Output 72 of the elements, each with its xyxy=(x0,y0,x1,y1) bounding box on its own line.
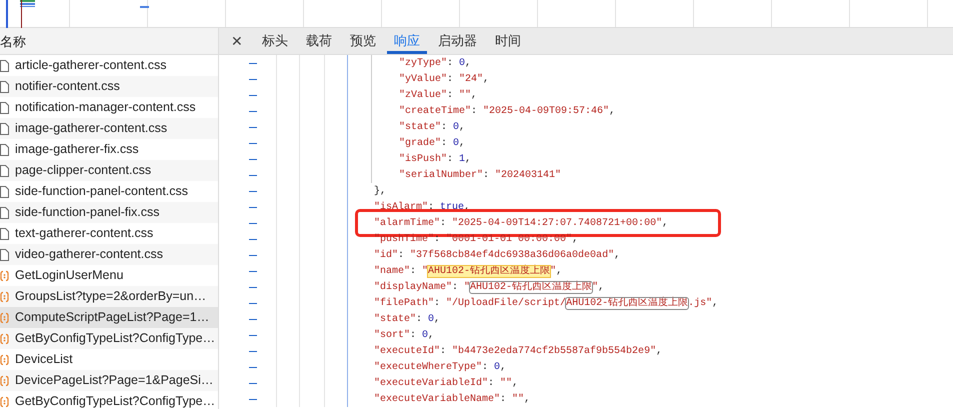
request-name[interactable]: text-gatherer-content.css xyxy=(15,224,154,243)
file-icon xyxy=(0,228,9,240)
code-line: "sort": 0, xyxy=(373,328,434,342)
tab[interactable]: 载荷 xyxy=(299,28,339,54)
request-name[interactable]: DeviceList xyxy=(15,350,73,369)
close-button[interactable]: ✕ xyxy=(219,28,253,54)
dash-icon xyxy=(249,207,257,208)
tab[interactable]: 响应 xyxy=(387,28,427,54)
dash-icon xyxy=(249,95,257,96)
braces-icon xyxy=(0,312,9,324)
request-name[interactable]: side-function-panel-content.css xyxy=(15,182,188,201)
code-line: "isPush": 1, xyxy=(398,152,472,166)
dash-icon xyxy=(249,111,257,112)
dash-icon xyxy=(249,223,257,224)
dash-icon xyxy=(249,351,257,352)
dash-icon xyxy=(249,127,257,128)
code-line: "zyType": 0, xyxy=(398,56,472,70)
dash-icon xyxy=(249,175,257,176)
file-icon xyxy=(0,102,9,114)
code-line: "createTime": "2025-04-09T09:57:46", xyxy=(398,104,616,118)
dash-icon xyxy=(249,239,257,240)
dash-icon xyxy=(249,63,257,64)
tab[interactable]: 启动器 xyxy=(431,28,484,54)
code-line: "zValue": "", xyxy=(398,88,478,102)
timeline-marker xyxy=(21,0,22,28)
braces-icon xyxy=(0,290,9,302)
tab[interactable]: 时间 xyxy=(488,28,528,54)
code-line: "yValue": "24", xyxy=(398,72,490,86)
waterfall-bar-icon xyxy=(20,0,35,7)
dash-icon xyxy=(249,143,257,144)
request-name[interactable]: GetLoginUserMenu xyxy=(15,266,124,285)
code-line: "executeId": "b4473e2eda774cf2b5587af9b554b2e9", xyxy=(373,344,662,358)
column-header[interactable]: 名称 xyxy=(0,28,218,55)
request-name[interactable]: notification-manager-content.css xyxy=(15,98,196,117)
dash-icon xyxy=(249,79,257,80)
dash-icon xyxy=(249,399,257,400)
braces-icon xyxy=(0,270,9,282)
timeline-marker xyxy=(6,0,8,28)
braces-icon xyxy=(0,396,9,408)
braces-icon xyxy=(0,374,9,386)
timeline-marker xyxy=(140,6,149,8)
code-line: "pushTime": "0001-01-01 00:00:00", xyxy=(373,232,578,246)
braces-icon xyxy=(0,354,9,366)
code-line: "grade": 0, xyxy=(398,136,466,150)
tab[interactable]: 标头 xyxy=(255,28,295,54)
code-line: "alarmTime": "2025-04-09T14:27:07.7408721+00:00", xyxy=(373,216,668,230)
request-name[interactable]: article-gatherer-content.css xyxy=(15,56,166,75)
code-line: "state": 0, xyxy=(373,312,440,326)
dash-icon xyxy=(249,303,257,304)
code-line: }, xyxy=(373,184,386,198)
code-line: "serialNumber": "202403141" xyxy=(398,168,562,182)
code-line: "executeWhereType": 0, xyxy=(373,360,506,374)
dash-icon xyxy=(249,383,257,384)
code-line: "id": "37f568cb84ef4dc6938a36d06a0de0ad", xyxy=(373,248,620,262)
file-icon xyxy=(0,60,9,72)
code-line: "state": 0, xyxy=(398,120,466,134)
code-line: "executeVariableId": "", xyxy=(373,376,518,390)
dash-icon xyxy=(249,191,257,192)
dash-icon xyxy=(249,287,257,288)
code-line: "executeVariableName": "", xyxy=(373,392,530,406)
dash-icon xyxy=(249,271,257,272)
dash-icon xyxy=(249,319,257,320)
file-icon xyxy=(0,186,9,198)
dash-icon xyxy=(249,367,257,368)
dash-icon xyxy=(249,159,257,160)
dash-icon xyxy=(249,255,257,256)
braces-icon xyxy=(0,332,9,344)
tab[interactable]: 预览 xyxy=(343,28,383,54)
file-icon xyxy=(0,144,9,156)
request-name[interactable]: image-gatherer-fix.css xyxy=(15,140,139,159)
dash-icon xyxy=(249,335,257,336)
request-name[interactable]: GetByConfigTypeList?ConfigType… xyxy=(15,392,216,409)
